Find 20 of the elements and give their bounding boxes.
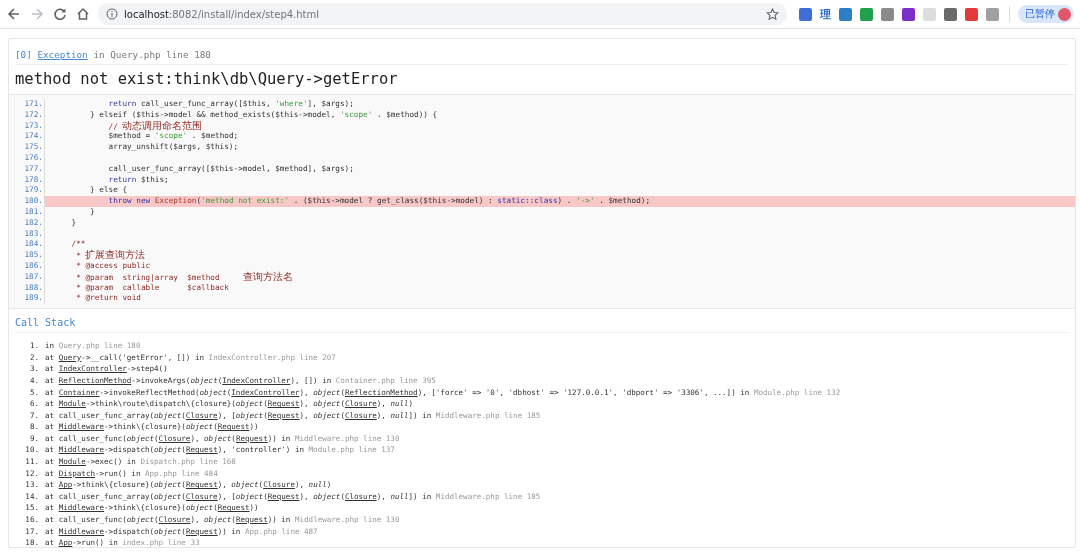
- exception-link[interactable]: Exception: [37, 49, 88, 60]
- home-icon[interactable]: [75, 6, 91, 22]
- address-bar[interactable]: localhost:8082/install/index/step4.html: [98, 3, 787, 25]
- back-icon[interactable]: [6, 6, 22, 22]
- profile-button[interactable]: 已暂停: [1018, 5, 1074, 23]
- avatar-icon: [1058, 7, 1071, 21]
- info-icon[interactable]: [106, 8, 118, 20]
- exception-header: [0] Exception in Query.php line 180: [15, 49, 1069, 65]
- extension-icon[interactable]: [965, 7, 978, 21]
- extension-icon[interactable]: [881, 7, 894, 21]
- extension-icon[interactable]: [944, 7, 957, 21]
- call-stack-title: Call Stack: [15, 317, 1069, 334]
- reload-icon[interactable]: [52, 6, 68, 22]
- error-message: method not exist:think\db\Query->getError: [15, 69, 399, 90]
- star-icon[interactable]: [766, 7, 779, 21]
- extension-icon[interactable]: [839, 7, 852, 21]
- extension-icon[interactable]: [902, 7, 915, 21]
- extension-icon[interactable]: [860, 7, 873, 21]
- extension-icon[interactable]: [799, 7, 812, 21]
- extension-icon[interactable]: 理: [820, 6, 831, 22]
